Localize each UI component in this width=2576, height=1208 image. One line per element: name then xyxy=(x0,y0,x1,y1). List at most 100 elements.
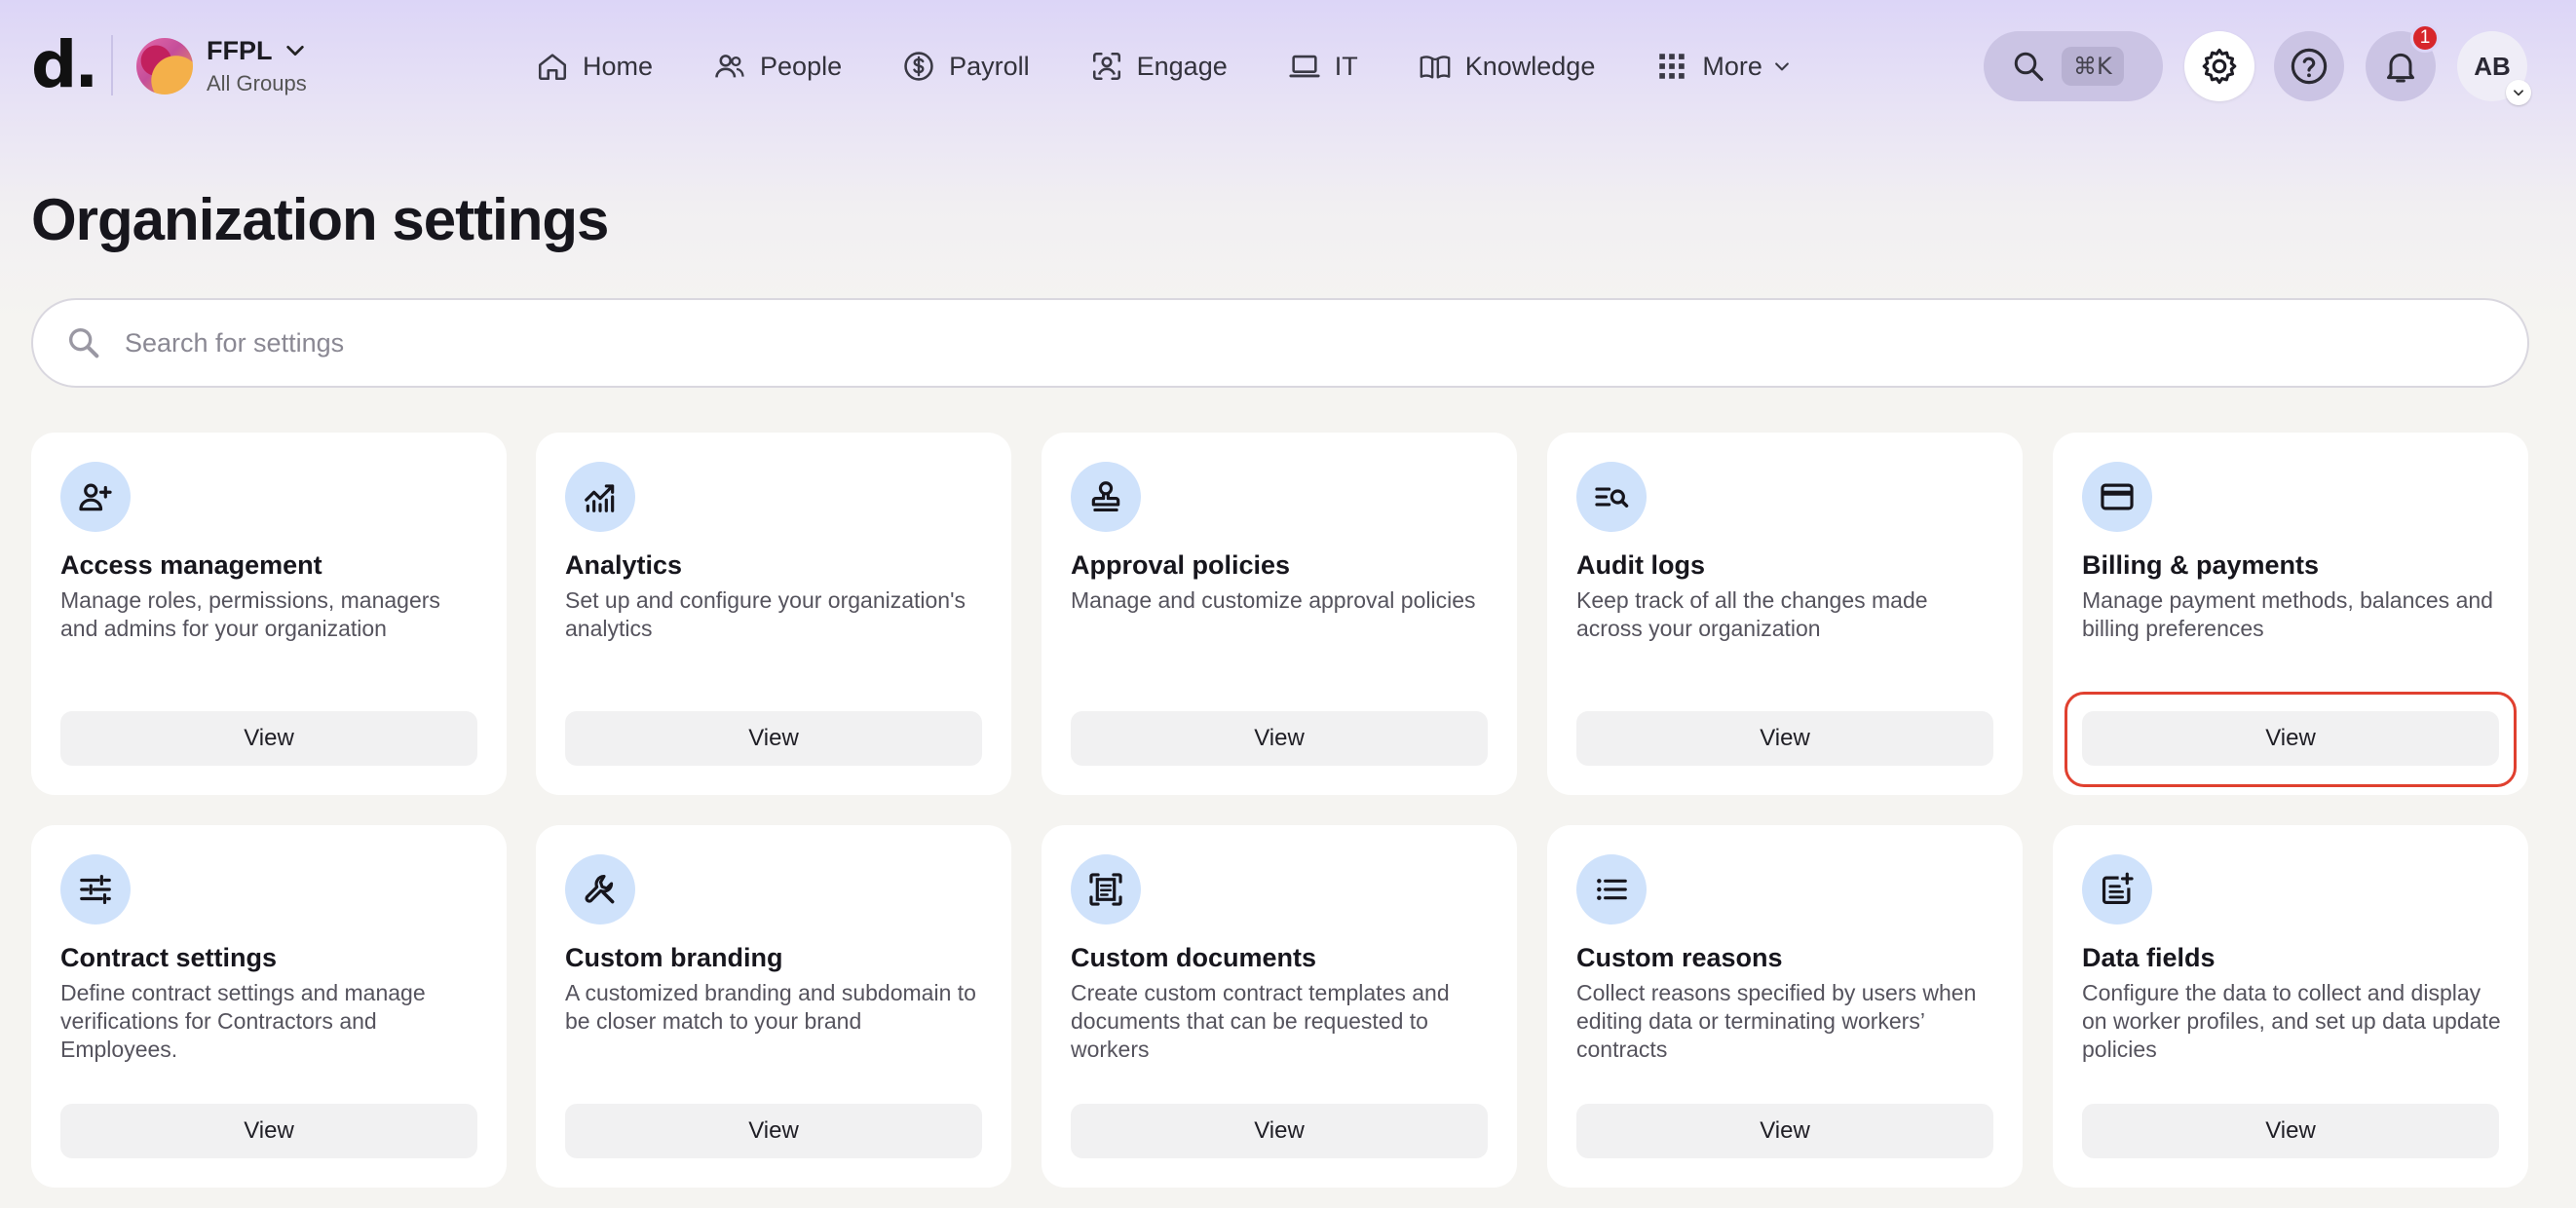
book-icon xyxy=(1420,56,1451,79)
card-title: Contract settings xyxy=(60,943,278,972)
card-title: Data fields xyxy=(2082,943,2216,972)
chevron-down-icon xyxy=(2514,90,2523,96)
document-scan-icon xyxy=(1089,873,1122,906)
gear-icon xyxy=(2202,48,2237,85)
view-custom-reasons-button[interactable]: View xyxy=(1576,1104,1993,1158)
organization-switcher[interactable]: FFPL All Groups xyxy=(136,35,307,97)
note-add-icon xyxy=(2102,872,2134,905)
people-icon xyxy=(715,55,744,78)
list-search-icon xyxy=(1595,487,1629,508)
card-description: Collect reasons specified by users when … xyxy=(1576,980,1977,1062)
nav-it[interactable]: IT xyxy=(1288,50,1358,83)
card-icon-container xyxy=(60,854,131,925)
grid-icon xyxy=(1659,54,1686,79)
settings-search-field[interactable] xyxy=(31,298,2529,388)
view-analytics-button[interactable]: View xyxy=(565,711,982,766)
card-icon-container xyxy=(1576,854,1647,925)
analytics-icon xyxy=(585,484,615,512)
settings-search-input[interactable] xyxy=(125,327,2463,359)
card-icon-container xyxy=(1576,462,1647,532)
nav-engage[interactable]: Engage xyxy=(1090,50,1228,83)
card-title: Custom reasons xyxy=(1576,943,1783,972)
credit-card-icon xyxy=(2101,483,2134,510)
dollar-icon xyxy=(904,52,933,81)
settings-card-billing-payments: Billing & payments Manage payment method… xyxy=(2053,433,2528,795)
card-icon-container xyxy=(60,462,131,532)
help-icon xyxy=(2291,48,2328,85)
settings-card-custom-reasons: Custom reasons Collect reasons specified… xyxy=(1547,825,2023,1188)
card-description: Configure the data to collect and displa… xyxy=(2082,980,2501,1062)
chevron-down-icon xyxy=(285,45,304,57)
view-custom-branding-button[interactable]: View xyxy=(565,1104,982,1158)
settings-card-audit-logs: Audit logs Keep track of all the changes… xyxy=(1547,433,2023,795)
card-title: Access management xyxy=(60,550,322,580)
user-avatar-button[interactable]: AB xyxy=(2457,31,2531,105)
card-title: Billing & payments xyxy=(2082,550,2320,580)
settings-card-contract-settings: Contract settings Define contract settin… xyxy=(31,825,507,1188)
view-billing-payments-button[interactable]: View xyxy=(2082,711,2499,766)
card-description: Create custom contract templates and doc… xyxy=(1071,980,1450,1062)
nav-home[interactable]: Home xyxy=(536,50,653,83)
card-title: Custom documents xyxy=(1071,943,1317,972)
top-navigation-bar: d. FFPL All Groups Home People Payroll E… xyxy=(0,0,2576,132)
organization-name: FFPL xyxy=(207,36,273,65)
view-contract-settings-button[interactable]: View xyxy=(60,1104,477,1158)
view-approval-policies-button[interactable]: View xyxy=(1071,711,1488,766)
nav-more[interactable]: More xyxy=(1655,50,1792,83)
nav-people[interactable]: People xyxy=(713,50,842,83)
bell-icon xyxy=(2387,53,2414,83)
card-description: Manage payment methods, balances and bil… xyxy=(2082,587,2493,641)
settings-card-access-management: Access management Manage roles, permissi… xyxy=(31,433,507,795)
chevron-down-icon xyxy=(1774,62,1789,71)
nav-home-label: Home xyxy=(583,51,654,81)
person-add-icon xyxy=(79,483,112,511)
card-description: Set up and configure your organization's… xyxy=(565,587,966,641)
nav-it-label: IT xyxy=(1334,51,1358,81)
card-icon-container xyxy=(565,462,635,532)
laptop-icon xyxy=(1289,55,1320,78)
card-icon-container xyxy=(1071,462,1141,532)
search-icon xyxy=(2014,52,2044,82)
wrench-icon xyxy=(585,874,615,904)
main-nav: Home People Payroll Engage IT Knowledge … xyxy=(536,37,1792,95)
help-button[interactable] xyxy=(2274,31,2344,101)
nav-payroll[interactable]: Payroll xyxy=(902,50,1030,83)
engage-icon xyxy=(1092,52,1120,81)
view-data-fields-button[interactable]: View xyxy=(2082,1104,2499,1158)
card-title: Analytics xyxy=(565,550,683,580)
card-description: Manage and customize approval policies xyxy=(1071,587,1476,613)
global-search-button[interactable]: ⌘K xyxy=(1984,31,2163,101)
card-icon-container xyxy=(2082,854,2152,925)
view-audit-logs-button[interactable]: View xyxy=(1576,711,1993,766)
sliders-icon xyxy=(80,874,111,905)
brand-logo[interactable]: d. xyxy=(31,29,98,101)
view-custom-documents-button[interactable]: View xyxy=(1071,1104,1488,1158)
user-initials: AB xyxy=(2474,51,2511,81)
card-icon-container xyxy=(1071,854,1141,925)
nav-engage-label: Engage xyxy=(1136,51,1228,81)
search-shortcut-hint: ⌘K xyxy=(2062,47,2124,86)
card-description: Manage roles, permissions, managers and … xyxy=(60,587,440,641)
nav-knowledge[interactable]: Knowledge xyxy=(1419,50,1595,83)
view-access-management-button[interactable]: View xyxy=(60,711,477,766)
card-description: A customized branding and subdomain to b… xyxy=(565,980,976,1034)
nav-more-label: More xyxy=(1702,51,1762,81)
settings-card-analytics: Analytics Set up and configure your orga… xyxy=(536,433,1011,795)
card-title: Custom branding xyxy=(565,943,783,972)
search-icon xyxy=(69,328,99,359)
settings-button[interactable] xyxy=(2184,31,2254,101)
notifications-button[interactable]: 1 xyxy=(2366,23,2440,101)
card-description: Keep track of all the changes made acros… xyxy=(1576,587,1928,641)
card-title: Approval policies xyxy=(1071,550,1291,580)
card-icon-container xyxy=(2082,462,2152,532)
nav-people-label: People xyxy=(760,51,843,81)
card-description: Define contract settings and manage veri… xyxy=(60,980,426,1062)
organization-group: All Groups xyxy=(207,71,307,95)
page-title: Organization settings xyxy=(31,187,609,252)
settings-card-data-fields: Data fields Configure the data to collec… xyxy=(2053,825,2528,1188)
nav-payroll-label: Payroll xyxy=(949,51,1030,81)
card-title: Audit logs xyxy=(1576,550,1705,580)
avatar-menu-caret xyxy=(2506,80,2531,105)
logo-divider xyxy=(111,35,113,95)
home-icon xyxy=(538,54,567,81)
